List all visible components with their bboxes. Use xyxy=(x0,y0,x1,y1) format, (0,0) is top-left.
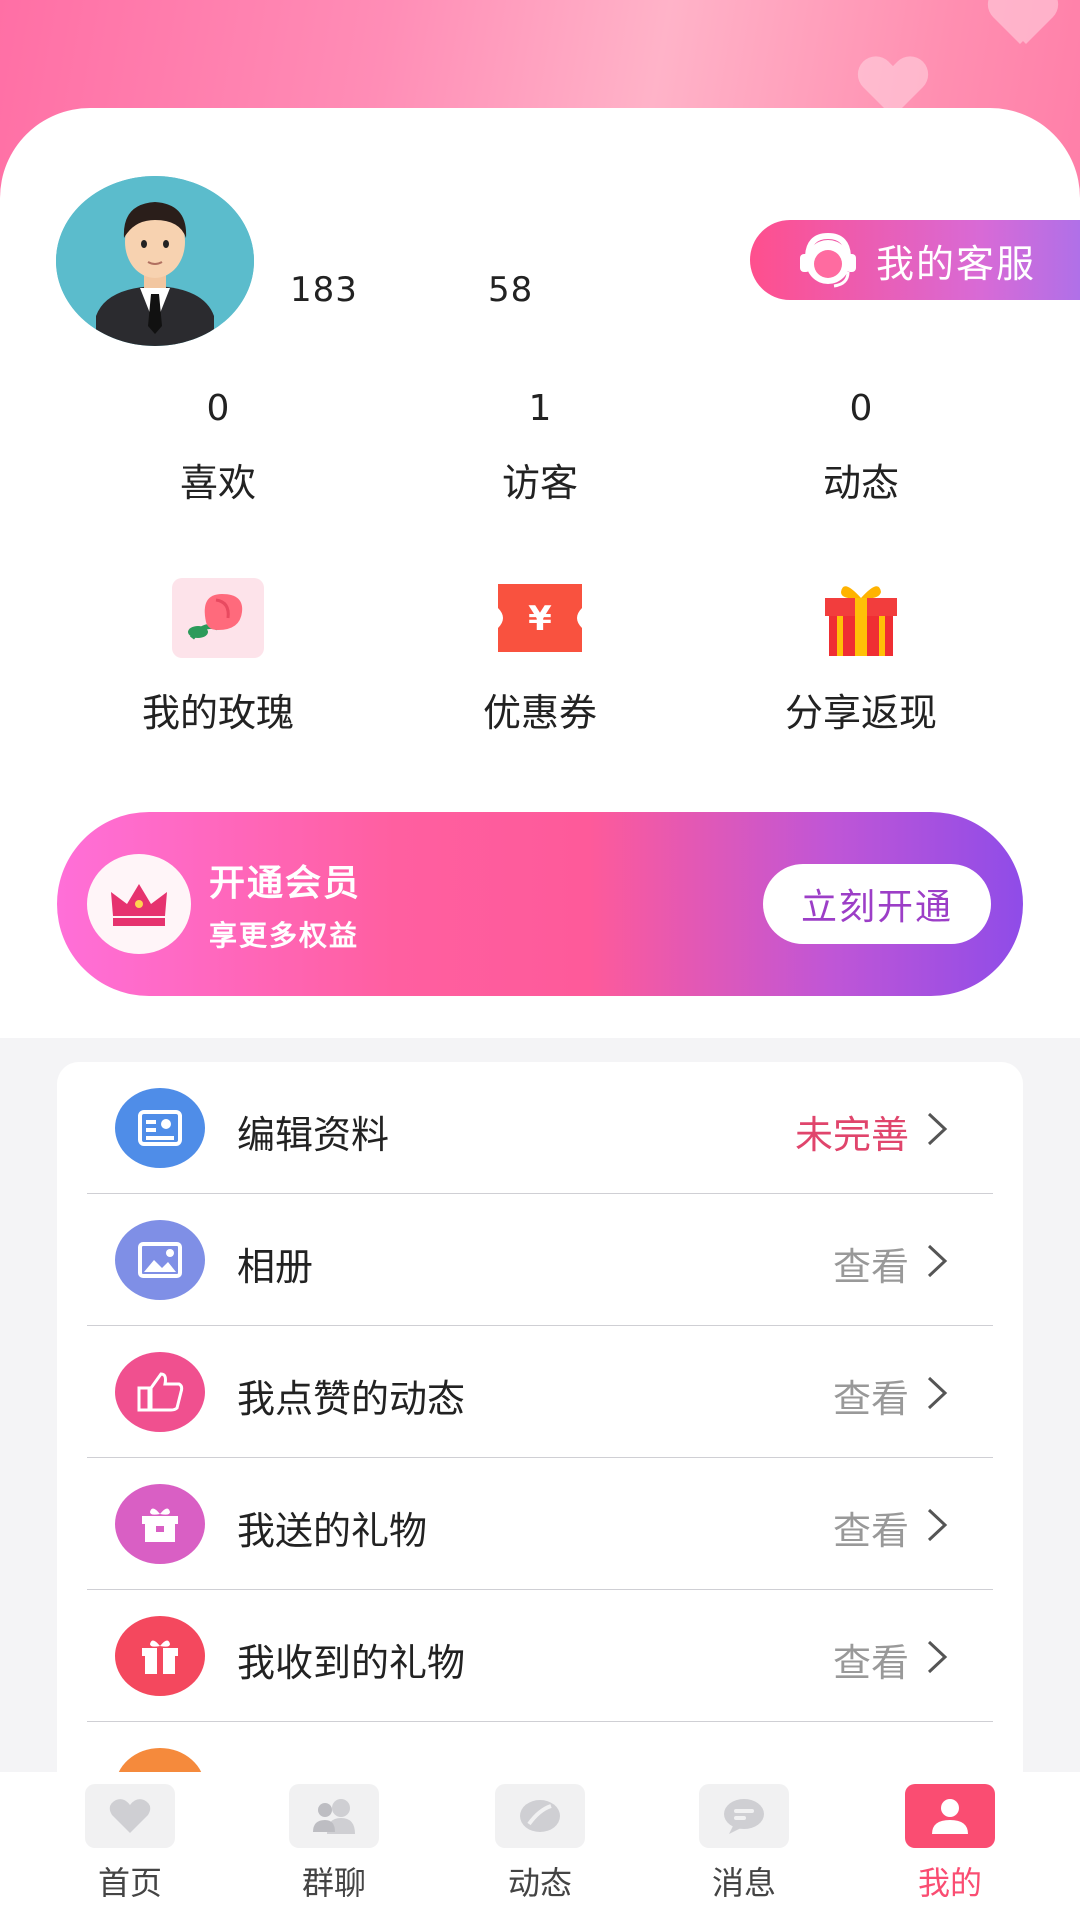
coupon-icon: ¥ xyxy=(498,584,582,652)
stat-likes[interactable]: 0 喜欢 xyxy=(118,388,318,507)
rose-icon xyxy=(172,578,264,658)
menu-item-liked-moments[interactable]: 我点赞的动态 查看 xyxy=(87,1326,993,1458)
feature-label: 分享返现 xyxy=(784,691,937,735)
profile-card-icon xyxy=(115,1088,205,1168)
crown-badge xyxy=(87,854,191,954)
gift-icon xyxy=(115,1616,205,1696)
crown-icon xyxy=(111,884,167,926)
chevron-right-icon xyxy=(927,1112,948,1146)
bottom-tab-bar: 首页 群聊 动态 消息 我的 xyxy=(0,1772,1080,1920)
group-icon xyxy=(289,1784,379,1848)
vip-banner[interactable]: 开通会员 享更多权益 立刻开通 xyxy=(57,812,1023,996)
menu-item-status: 未完善 xyxy=(794,1113,909,1157)
gift-box-icon xyxy=(825,586,897,656)
image-icon xyxy=(115,1220,205,1300)
menu-item-label: 编辑资料 xyxy=(237,1113,390,1157)
open-vip-button[interactable]: 立刻开通 xyxy=(763,864,991,944)
user-icon xyxy=(905,1784,995,1848)
gift-icon xyxy=(115,1484,205,1564)
menu-item-edit-profile[interactable]: 编辑资料 未完善 xyxy=(87,1062,993,1194)
thumbs-up-icon xyxy=(115,1352,205,1432)
tab-group-chat[interactable]: 群聊 xyxy=(274,1784,394,1904)
feature-label: 我的玫瑰 xyxy=(141,691,294,735)
profile-stat-a: 183 xyxy=(290,270,358,310)
menu-item-value: 查看 xyxy=(832,1377,909,1421)
avatar[interactable] xyxy=(56,176,254,346)
chevron-right-icon xyxy=(927,1640,948,1674)
chevron-right-icon xyxy=(927,1508,948,1542)
customer-service-label: 我的客服 xyxy=(876,241,1037,286)
stat-value: 0 xyxy=(849,388,873,429)
settings-menu: 编辑资料 未完善 相册 查看 我点赞的动态 查看 我送的礼物 查看 我收到的礼物… xyxy=(57,1062,1023,1822)
menu-item-value: 查看 xyxy=(832,1509,909,1553)
stat-label: 喜欢 xyxy=(179,461,256,505)
customer-service-button[interactable]: 我的客服 xyxy=(750,220,1080,300)
menu-item-gifts-received[interactable]: 我收到的礼物 查看 xyxy=(87,1590,993,1722)
chevron-right-icon xyxy=(927,1244,948,1278)
feature-share-cashback[interactable]: 分享返现 xyxy=(731,578,991,737)
tab-label: 动态 xyxy=(507,1864,572,1902)
stat-moments[interactable]: 0 动态 xyxy=(761,388,961,507)
stat-label: 动态 xyxy=(822,461,899,505)
profile-page: 183 58 我的客服 0 喜欢 1 访客 0 动态 我的玫瑰 ¥ 优惠券 分享… xyxy=(0,0,1080,1920)
headset-icon xyxy=(800,232,856,288)
feature-label: 优惠券 xyxy=(482,691,597,735)
menu-item-album[interactable]: 相册 查看 xyxy=(87,1194,993,1326)
tab-messages[interactable]: 消息 xyxy=(684,1784,804,1904)
heart-decoration xyxy=(990,0,1050,48)
tab-label: 我的 xyxy=(917,1864,982,1902)
stat-value: 1 xyxy=(528,388,552,429)
menu-item-value: 查看 xyxy=(832,1245,909,1289)
tab-me[interactable]: 我的 xyxy=(890,1784,1010,1904)
tab-label: 首页 xyxy=(97,1864,162,1902)
vip-title: 开通会员 xyxy=(209,863,362,904)
stat-value: 0 xyxy=(206,388,230,429)
feature-my-roses[interactable]: 我的玫瑰 xyxy=(88,578,348,737)
tab-moments[interactable]: 动态 xyxy=(480,1784,600,1904)
leaf-icon xyxy=(495,1784,585,1848)
menu-item-label: 我收到的礼物 xyxy=(237,1641,466,1685)
heart-icon xyxy=(85,1784,175,1848)
menu-item-label: 相册 xyxy=(237,1245,314,1289)
chevron-right-icon xyxy=(927,1376,948,1410)
stat-visitors[interactable]: 1 访客 xyxy=(440,388,640,507)
feature-coupons[interactable]: ¥ 优惠券 xyxy=(410,578,670,737)
svg-text:¥: ¥ xyxy=(528,599,552,639)
tab-label: 群聊 xyxy=(301,1864,366,1902)
tab-home[interactable]: 首页 xyxy=(70,1784,190,1904)
menu-item-value: 查看 xyxy=(832,1641,909,1685)
menu-item-label: 我点赞的动态 xyxy=(237,1377,466,1421)
menu-item-gifts-sent[interactable]: 我送的礼物 查看 xyxy=(87,1458,993,1590)
vip-subtitle: 享更多权益 xyxy=(209,919,360,952)
profile-stat-b: 58 xyxy=(488,270,534,310)
menu-item-label: 我送的礼物 xyxy=(237,1509,428,1553)
tab-label: 消息 xyxy=(711,1864,776,1902)
chat-icon xyxy=(699,1784,789,1848)
stat-label: 访客 xyxy=(501,461,578,505)
